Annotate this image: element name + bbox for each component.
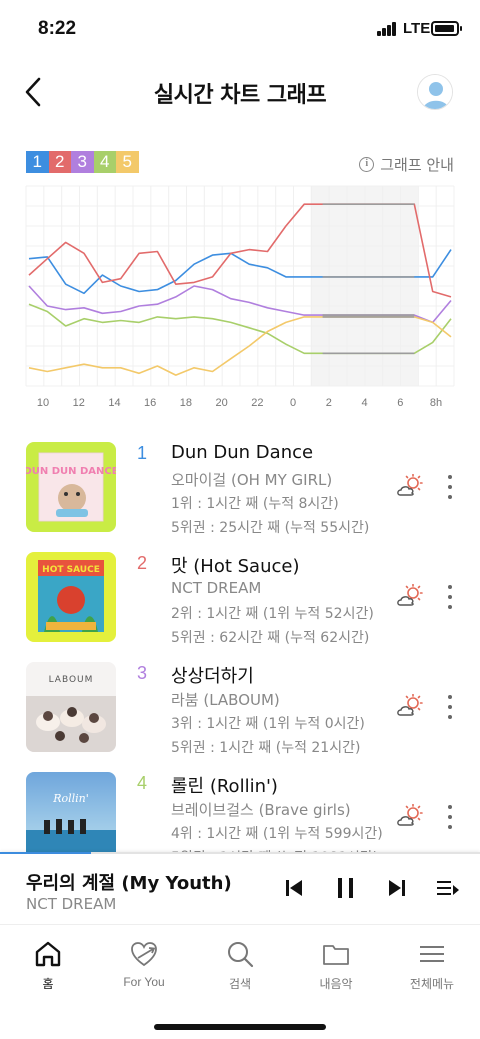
- chart-x-tick-label: 20: [216, 397, 228, 409]
- rank-number: 4: [137, 773, 148, 793]
- legend-rank-2: 2: [48, 151, 71, 173]
- legend-rank-3: 3: [71, 151, 94, 173]
- more-options-button[interactable]: [440, 693, 460, 721]
- chart-x-tick-label: 0: [290, 397, 296, 409]
- chart-x-tick-label: 4: [361, 397, 367, 409]
- nav-search[interactable]: 검색: [192, 939, 288, 999]
- now-playing-artist: NCT DREAM: [26, 895, 117, 913]
- album-cover: HOT SAUCE: [26, 552, 116, 642]
- song-title: Dun Dun Dance: [171, 442, 314, 463]
- cover-text: DUN DUN DANCE: [26, 466, 116, 477]
- album-cover: Rollin': [26, 772, 116, 862]
- search-icon: [228, 942, 254, 968]
- heart-arrow-icon: [131, 942, 157, 967]
- chart-row[interactable]: LABOUM 3 상상더하기 라붐 (LABOUM) 3위 : 1시간 째 (1…: [0, 660, 480, 770]
- nav-label: 내음악: [319, 977, 353, 991]
- legend-rank-5: 5: [116, 151, 139, 173]
- rank-stat: 5위권 : 62시간 째 (누적 62시간): [171, 630, 370, 646]
- chart-x-tick-label: 2: [326, 397, 332, 409]
- menu-icon: [420, 946, 444, 962]
- rank-line-chart: 10 12 14 16 18 20 22 0 2 4 6 8h: [25, 185, 455, 409]
- song-artist: 오마이걸 (OH MY GIRL): [171, 471, 333, 489]
- previous-button[interactable]: [282, 876, 306, 900]
- song-title: 상상더하기: [171, 666, 254, 687]
- chart-x-tick-label: 16: [144, 397, 156, 409]
- pause-button[interactable]: [334, 876, 358, 900]
- song-artist: 라붐 (LABOUM): [171, 691, 280, 709]
- nav-menu[interactable]: 전체메뉴: [384, 939, 480, 999]
- nav-for-you[interactable]: For You: [96, 939, 192, 999]
- network-label: LTE: [403, 20, 431, 37]
- chart-x-tick-label: 8h: [430, 397, 442, 409]
- rank-number: 2: [137, 553, 148, 573]
- rank-stat: 1위 : 1시간 째 (누적 8시간): [171, 496, 339, 512]
- rank-stat: 5위권 : 25시간 째 (누적 55시간): [171, 520, 370, 536]
- album-cover: DUN DUN DANCE: [26, 442, 116, 532]
- cover-text: HOT SAUCE: [42, 565, 100, 575]
- now-playing-title: 우리의 계절 (My Youth): [26, 873, 232, 894]
- song-artist: NCT DREAM: [171, 579, 262, 597]
- cover-text: LABOUM: [49, 675, 94, 685]
- info-icon: i: [359, 157, 375, 172]
- folder-icon: [323, 945, 349, 965]
- partly-sunny-icon: [397, 474, 423, 496]
- status-time: 8:22: [38, 18, 77, 39]
- progress-bar[interactable]: [0, 852, 480, 854]
- signal-icon: [377, 22, 399, 36]
- mini-player[interactable]: 우리의 계절 (My Youth) NCT DREAM: [0, 852, 480, 924]
- chart-row[interactable]: HOT SAUCE 2 맛 (Hot Sauce) NCT DREAM 2위 :…: [0, 550, 480, 660]
- page-header: 실시간 차트 그래프: [0, 64, 480, 120]
- partly-sunny-icon: [397, 584, 423, 606]
- cover-text: Rollin': [52, 792, 89, 805]
- skip-previous-icon: [286, 880, 302, 896]
- bottom-nav: 홈 For You 검색 내음악 전체메뉴: [0, 924, 480, 1039]
- chart-x-tick-label: 12: [73, 397, 85, 409]
- album-cover: LABOUM: [26, 662, 116, 752]
- progress-fill: [0, 852, 92, 854]
- partly-sunny-icon: [397, 804, 423, 826]
- more-options-button[interactable]: [440, 803, 460, 831]
- home-icon: [35, 941, 61, 967]
- legend-rank-1: 1: [26, 151, 49, 173]
- nav-label: 검색: [228, 977, 252, 991]
- rank-stat: 4위 : 1시간 째 (1위 누적 599시간): [171, 826, 383, 842]
- playlist-button[interactable]: [436, 876, 460, 900]
- rank-stat: 5위권 : 1시간 째 (누적 21시간): [171, 740, 361, 756]
- more-options-button[interactable]: [440, 473, 460, 501]
- song-artist: 브레이브걸스 (Brave girls): [171, 801, 351, 819]
- graph-guide-label: 그래프 안내: [380, 156, 454, 174]
- nav-label: 홈: [42, 977, 54, 991]
- pause-icon: [338, 878, 353, 898]
- nav-label: For You: [123, 975, 165, 989]
- rank-number: 1: [137, 443, 148, 463]
- avatar[interactable]: [417, 74, 453, 110]
- page-title: 실시간 차트 그래프: [153, 83, 327, 108]
- playlist-icon: [437, 881, 459, 895]
- nav-home[interactable]: 홈: [0, 939, 96, 999]
- song-title: 롤린 (Rollin'): [171, 776, 278, 797]
- rank-stat: 2위 : 1시간 째 (1위 누적 52시간): [171, 606, 374, 622]
- chart-x-tick-label: 6: [397, 397, 403, 409]
- chart-x-tick-label: 22: [251, 397, 263, 409]
- status-bar: 8:22 LTE: [0, 0, 480, 56]
- more-options-button[interactable]: [440, 583, 460, 611]
- chart-row[interactable]: DUN DUN DANCE 1 Dun Dun Dance 오마이걸 (OH M…: [0, 440, 480, 550]
- rank-number: 3: [137, 663, 148, 683]
- legend-rank-4: 4: [93, 151, 116, 173]
- battery-icon: [431, 21, 462, 36]
- rank-legend: 1 2 3 4 5: [26, 151, 139, 173]
- skip-next-icon: [389, 880, 405, 896]
- partly-sunny-icon: [397, 694, 423, 716]
- nav-label: 전체메뉴: [409, 977, 455, 991]
- home-indicator: [154, 1024, 326, 1030]
- nav-my-music[interactable]: 내음악: [288, 939, 384, 999]
- chart-x-tick-label: 18: [180, 397, 192, 409]
- chart-x-tick-label: 10: [37, 397, 49, 409]
- chart-x-tick-label: 14: [108, 397, 120, 409]
- song-title: 맛 (Hot Sauce): [171, 556, 300, 577]
- next-button[interactable]: [385, 876, 409, 900]
- rank-stat: 3위 : 1시간 째 (1위 누적 0시간): [171, 716, 365, 732]
- graph-guide-button[interactable]: i 그래프 안내: [359, 154, 454, 175]
